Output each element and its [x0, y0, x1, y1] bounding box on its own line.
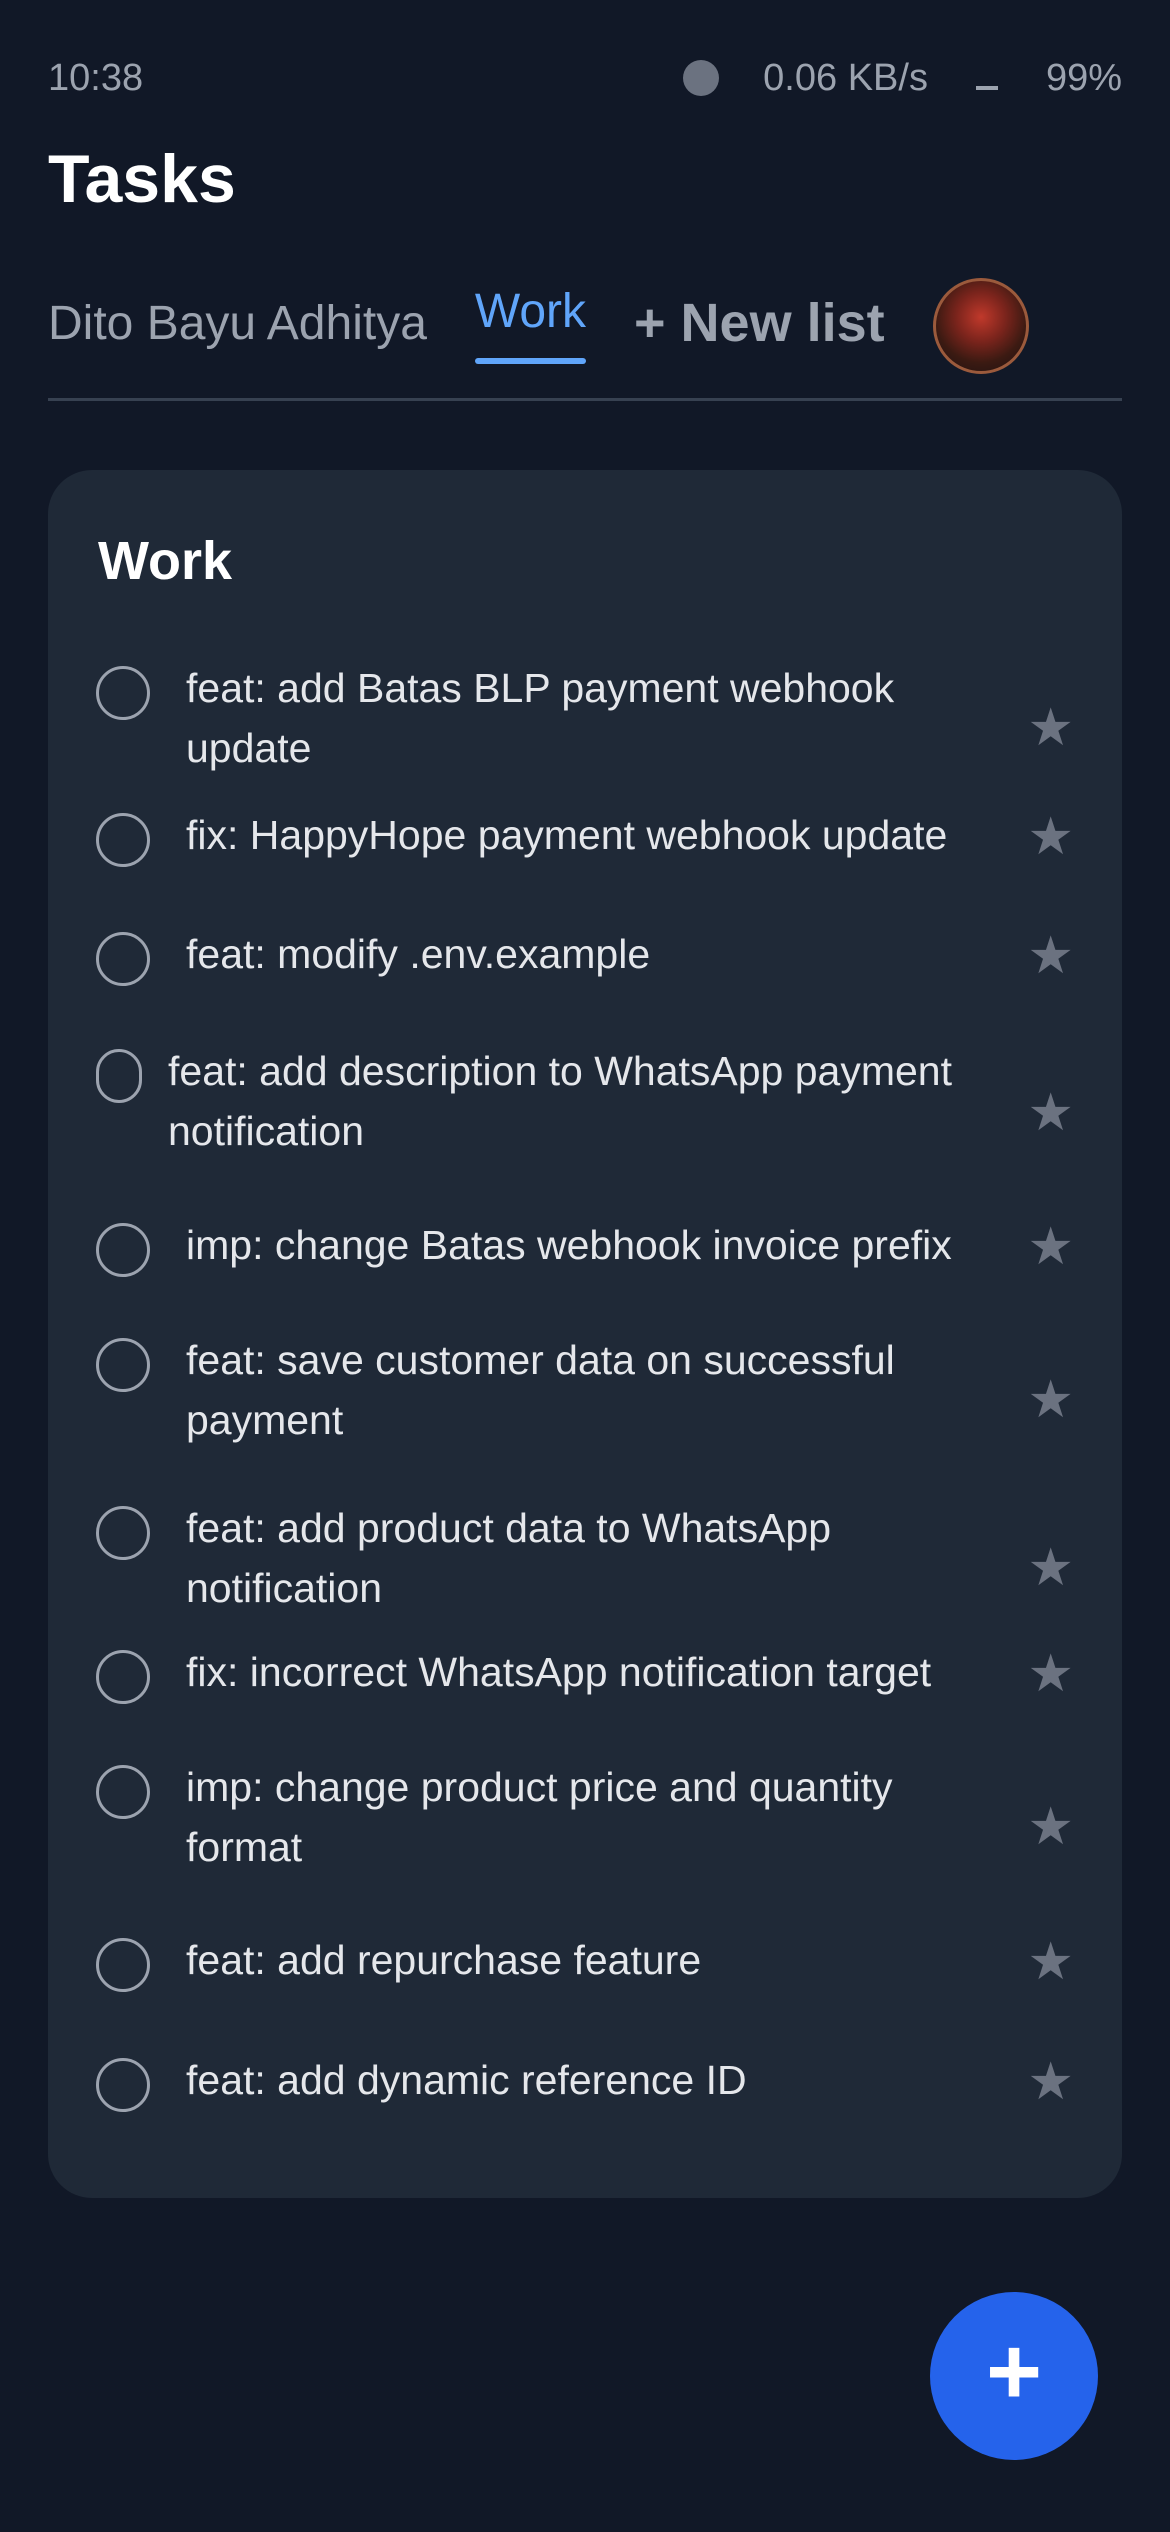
task-checkbox[interactable] — [96, 666, 150, 720]
task-checkbox[interactable] — [96, 813, 150, 867]
task-item[interactable]: fix: HappyHope payment webhook update ★ — [96, 808, 1074, 867]
task-item[interactable]: fix: incorrect WhatsApp notification tar… — [96, 1645, 1074, 1704]
star-icon[interactable]: ★ — [1027, 1370, 1074, 1430]
task-checkbox[interactable] — [96, 1650, 150, 1704]
notification-dot-icon — [683, 60, 720, 96]
task-text: imp: change product price and quantity f… — [186, 1764, 893, 1870]
list-tabs: Dito Bayu Adhitya Work + New list — [48, 270, 1122, 401]
status-bar: 10:38 0.06 KB/s 99% — [48, 48, 1122, 108]
status-indicators: 0.06 KB/s 99% — [683, 57, 1122, 100]
task-item[interactable]: feat: add product data to WhatsApp notif… — [96, 1504, 1074, 1618]
add-task-button[interactable]: + — [930, 2292, 1098, 2460]
task-item[interactable]: feat: add repurchase feature ★ — [96, 1933, 1074, 1992]
task-text: feat: add dynamic reference ID — [186, 2057, 747, 2103]
task-text: feat: add Batas BLP payment webhook upda… — [186, 665, 895, 771]
avatar[interactable] — [932, 278, 1029, 374]
battery-level: 99% — [1045, 56, 1122, 99]
star-icon[interactable]: ★ — [1027, 1644, 1074, 1704]
star-icon[interactable]: ★ — [1027, 1932, 1074, 1992]
page-title: Tasks — [48, 141, 236, 217]
star-icon[interactable]: ★ — [1027, 1538, 1074, 1598]
task-checkbox[interactable] — [96, 1223, 150, 1277]
task-list-card: Work feat: add Batas BLP payment webhook… — [48, 470, 1122, 2198]
new-list-button[interactable]: + New list — [634, 270, 885, 360]
task-item[interactable]: feat: save customer data on successful p… — [96, 1336, 1074, 1450]
task-item[interactable]: feat: add dynamic reference ID ★ — [96, 2053, 1074, 2112]
tab-work[interactable]: Work — [474, 270, 587, 364]
star-icon[interactable]: ★ — [1027, 2052, 1074, 2112]
list-title: Work — [98, 531, 233, 591]
task-text: feat: add description to WhatsApp paymen… — [168, 1048, 953, 1154]
task-item[interactable]: feat: modify .env.example ★ — [96, 927, 1074, 986]
task-checkbox[interactable] — [96, 1765, 150, 1819]
task-text: fix: incorrect WhatsApp notification tar… — [186, 1649, 932, 1695]
star-icon[interactable]: ★ — [1027, 807, 1074, 867]
task-item[interactable]: imp: change product price and quantity f… — [96, 1763, 1074, 1877]
star-icon[interactable]: ★ — [1027, 698, 1074, 758]
task-checkbox[interactable] — [96, 1338, 150, 1392]
task-text: feat: save customer data on successful p… — [186, 1337, 895, 1443]
task-text: imp: change Batas webhook invoice prefix — [186, 1222, 952, 1268]
star-icon[interactable]: ★ — [1027, 1217, 1074, 1277]
task-checkbox[interactable] — [96, 1506, 150, 1560]
task-item[interactable]: imp: change Batas webhook invoice prefix… — [96, 1218, 1074, 1277]
task-checkbox[interactable] — [96, 932, 150, 986]
network-speed: 0.06 KB/s — [763, 56, 928, 99]
star-icon[interactable]: ★ — [1027, 926, 1074, 986]
task-checkbox[interactable] — [96, 1049, 142, 1103]
task-checkbox[interactable] — [96, 2058, 150, 2112]
task-text: fix: HappyHope payment webhook update — [186, 812, 948, 858]
task-item[interactable]: feat: add Batas BLP payment webhook upda… — [96, 664, 1074, 778]
task-checkbox[interactable] — [96, 1938, 150, 1992]
task-text: feat: modify .env.example — [186, 931, 651, 977]
task-item[interactable]: feat: add description to WhatsApp paymen… — [96, 1047, 1074, 1161]
signal-icon — [975, 86, 998, 90]
task-text: feat: add repurchase feature — [186, 1937, 702, 1983]
plus-icon: + — [985, 2318, 1043, 2425]
tab-personal[interactable]: Dito Bayu Adhitya — [48, 270, 427, 360]
star-icon[interactable]: ★ — [1027, 1797, 1074, 1857]
status-time: 10:38 — [48, 56, 144, 99]
star-icon[interactable]: ★ — [1027, 1083, 1074, 1143]
task-text: feat: add product data to WhatsApp notif… — [186, 1505, 832, 1611]
